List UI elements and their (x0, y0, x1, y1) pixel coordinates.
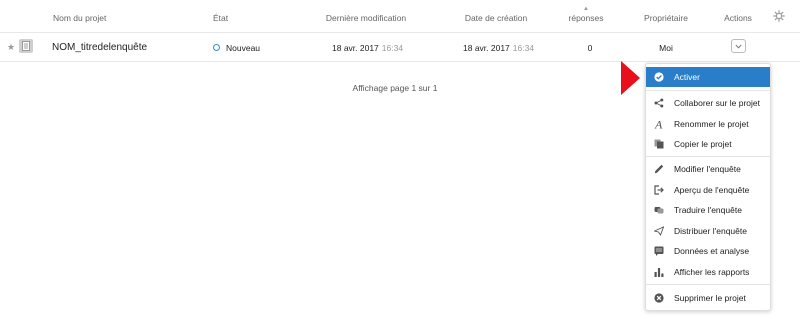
share-icon (654, 98, 664, 108)
survey-document-icon (19, 39, 33, 53)
data-icon (654, 246, 664, 256)
actions-dropdown-button[interactable] (731, 39, 746, 53)
bar-chart-icon (654, 268, 664, 277)
menu-item-activer[interactable]: Activer (646, 67, 770, 87)
menu-item-label: Aperçu de l'enquête (674, 185, 750, 195)
modified-time: 16:34 (381, 43, 404, 53)
last-modified-cell: 18 avr. 2017 16:34 (332, 43, 403, 53)
preview-icon (654, 185, 664, 195)
header-project-name[interactable]: Nom du projet (53, 13, 106, 23)
header-actions: Actions (724, 13, 752, 23)
status-text: Nouveau (226, 43, 261, 53)
menu-item-label: Modifier l'enquête (674, 164, 741, 174)
header-owner[interactable]: Propriétaire (644, 13, 688, 23)
created-date: 18 avr. 2017 (463, 43, 510, 53)
menu-item-view-reports[interactable]: Afficher les rapports (646, 262, 770, 282)
star-icon[interactable]: ★ (7, 42, 15, 53)
actions-menu: Activer Collaborer sur le projet A Renom… (645, 63, 771, 311)
responses-count: 0 (587, 43, 593, 53)
menu-item-translate-survey[interactable]: Traduire l'enquête (646, 200, 770, 220)
header-created[interactable]: Date de création (465, 13, 527, 23)
created-cell: 18 avr. 2017 16:34 (463, 43, 534, 53)
created-time: 16:34 (512, 43, 535, 53)
menu-item-distribute-survey[interactable]: Distribuer l'enquête (646, 221, 770, 241)
row-divider (0, 61, 800, 62)
menu-divider (646, 156, 770, 157)
status-new-icon (213, 44, 220, 51)
header-responses[interactable]: réponses (569, 13, 604, 23)
send-icon (654, 226, 664, 236)
menu-item-copy[interactable]: Copier le projet (646, 134, 770, 154)
menu-divider (646, 90, 770, 91)
pagination-text: Affichage page 1 sur 1 (352, 83, 438, 93)
menu-item-label: Afficher les rapports (674, 267, 750, 277)
menu-item-data-analysis[interactable]: Données et analyse (646, 241, 770, 261)
menu-item-label: Supprimer le projet (674, 293, 746, 303)
translate-icon (654, 207, 664, 214)
check-circle-icon (654, 72, 664, 82)
header-divider (0, 32, 800, 33)
menu-item-label: Distribuer l'enquête (674, 226, 747, 236)
menu-item-label: Copier le projet (674, 139, 732, 149)
modified-date: 18 avr. 2017 (332, 43, 379, 53)
pointer-arrow-icon (621, 61, 640, 95)
header-last-modified[interactable]: Dernière modification (326, 13, 406, 23)
menu-item-rename[interactable]: A Renommer le projet (646, 114, 770, 134)
sort-up-icon: ▲ (583, 6, 589, 12)
menu-item-collaborate[interactable]: Collaborer sur le projet (646, 93, 770, 113)
delete-icon (654, 293, 664, 303)
menu-item-label: Activer (674, 72, 700, 82)
menu-item-delete-project[interactable]: Supprimer le projet (646, 288, 770, 308)
copy-icon (654, 139, 664, 149)
owner-cell: Moi (659, 43, 673, 53)
menu-item-edit-survey[interactable]: Modifier l'enquête (646, 159, 770, 179)
menu-item-label: Données et analyse (674, 246, 750, 256)
header-status[interactable]: État (213, 13, 228, 23)
menu-item-preview-survey[interactable]: Aperçu de l'enquête (646, 180, 770, 200)
pencil-icon (654, 164, 664, 174)
rename-icon: A (654, 119, 663, 129)
project-name-link[interactable]: NOM_titredelenquête (52, 42, 147, 53)
svg-text:A: A (654, 119, 663, 129)
menu-item-label: Collaborer sur le projet (674, 98, 760, 108)
menu-divider (646, 284, 770, 285)
chevron-down-icon (735, 44, 742, 49)
menu-item-label: Renommer le projet (674, 119, 749, 129)
gear-icon[interactable] (773, 10, 785, 22)
menu-item-label: Traduire l'enquête (674, 205, 742, 215)
